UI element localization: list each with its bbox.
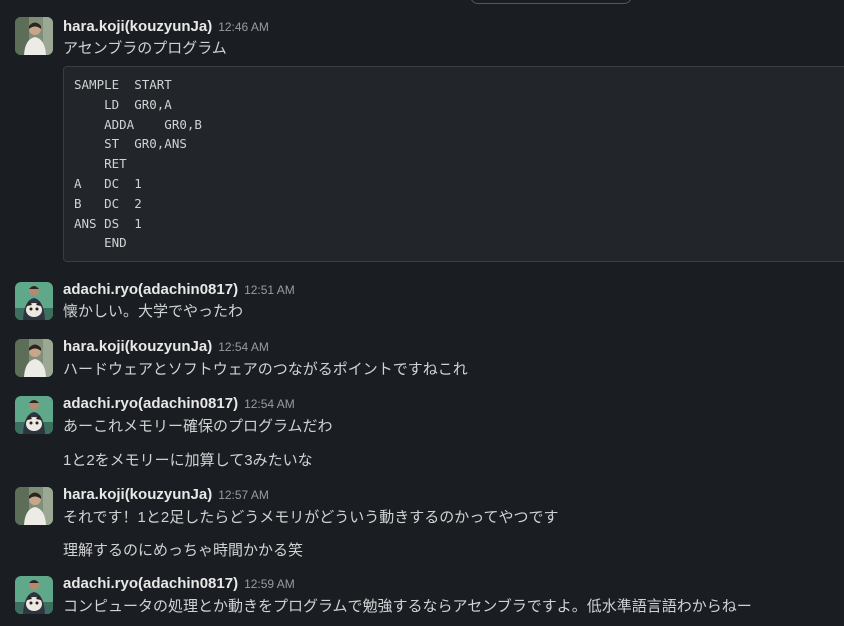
timestamp[interactable]: 12:59 AM: [244, 577, 295, 591]
user-photo-icon: [15, 339, 53, 377]
user-with-dog-icon: [15, 396, 53, 434]
timestamp[interactable]: 12:54 AM: [218, 340, 269, 354]
message-text: ハードウェアとソフトウェアのつながるポイントですねこれ: [63, 361, 468, 378]
message-text: アセンブラのプログラム: [63, 40, 227, 57]
avatar[interactable]: [15, 17, 53, 55]
avatar[interactable]: [15, 487, 53, 525]
username[interactable]: hara.koji(kouzyunJa): [63, 18, 212, 35]
message-header: hara.koji(kouzyunJa) 12:57 AM: [63, 485, 269, 505]
user-with-dog-icon: [15, 282, 53, 320]
message-feed: hara.koji(kouzyunJa) 12:46 AM アセンブラのプログラム…: [0, 0, 844, 626]
message-text: コンピュータの処理とか動きをプログラムで勉強するならアセンブラですよ。低水準語言…: [63, 598, 752, 615]
username[interactable]: hara.koji(kouzyunJa): [63, 338, 212, 355]
username[interactable]: adachi.ryo(adachin0817): [63, 281, 238, 298]
message-header: hara.koji(kouzyunJa) 12:46 AM: [63, 17, 269, 37]
message-text: それです！1と2足したらどうメモリがどういう動きするのかってやつです: [63, 509, 559, 526]
avatar[interactable]: [15, 576, 53, 614]
timestamp[interactable]: 12:57 AM: [218, 488, 269, 502]
avatar[interactable]: [15, 396, 53, 434]
user-photo-icon: [15, 17, 53, 55]
timestamp[interactable]: 12:46 AM: [218, 20, 269, 34]
avatar[interactable]: [15, 339, 53, 377]
username[interactable]: adachi.ryo(adachin0817): [63, 575, 238, 592]
message-header: hara.koji(kouzyunJa) 12:54 AM: [63, 337, 269, 357]
new-messages-pill[interactable]: [470, 0, 632, 4]
message-text: 1と2をメモリーに加算して3みたいな: [63, 452, 313, 469]
avatar[interactable]: [15, 282, 53, 320]
code-block: SAMPLE START LD GR0,A ADDA GR0,B ST GR0,…: [63, 66, 844, 262]
message-header: adachi.ryo(adachin0817) 12:59 AM: [63, 574, 295, 594]
message-header: adachi.ryo(adachin0817) 12:54 AM: [63, 394, 295, 414]
user-photo-icon: [15, 487, 53, 525]
message-text: 理解するのにめっちゃ時間かかる笑: [63, 542, 304, 559]
timestamp[interactable]: 12:51 AM: [244, 283, 295, 297]
username[interactable]: adachi.ryo(adachin0817): [63, 395, 238, 412]
message-header: adachi.ryo(adachin0817) 12:51 AM: [63, 280, 295, 300]
message-text: 懐かしい。大学でやったわ: [63, 303, 244, 320]
message-text: あーこれメモリー確保のプログラムだわ: [63, 418, 333, 435]
timestamp[interactable]: 12:54 AM: [244, 397, 295, 411]
username[interactable]: hara.koji(kouzyunJa): [63, 486, 212, 503]
user-with-dog-icon: [15, 576, 53, 614]
